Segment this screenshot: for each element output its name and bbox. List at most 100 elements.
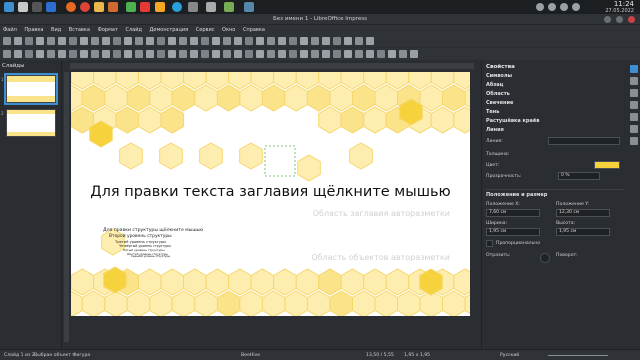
width-input[interactable]: 1,95 см	[486, 228, 540, 236]
styles-icon[interactable]	[630, 113, 638, 121]
horizontal-ruler[interactable]	[70, 63, 474, 69]
toolbar-button[interactable]	[212, 50, 220, 58]
toolbar-button[interactable]	[267, 37, 275, 45]
toolbar-button[interactable]	[366, 50, 374, 58]
toolbar-button[interactable]	[58, 50, 66, 58]
toolbar-button[interactable]	[25, 37, 33, 45]
master-slides-icon[interactable]	[630, 101, 638, 109]
menu-view[interactable]: Вид	[48, 25, 64, 35]
chrome-icon[interactable]	[80, 2, 90, 12]
toolbar-button[interactable]	[311, 37, 319, 45]
sidebar-section-line[interactable]: Линия	[486, 127, 504, 133]
slide[interactable]: Для правки текста заглавия щёлкните мышь…	[71, 72, 470, 316]
sidebar-section-area[interactable]: Область	[486, 91, 510, 97]
app-icon[interactable]	[224, 2, 234, 12]
toolbar-button[interactable]	[333, 37, 341, 45]
toolbar-button[interactable]	[69, 50, 77, 58]
app-launcher-icon[interactable]	[4, 2, 14, 12]
clock[interactable]: 11:24 27.05.2022	[605, 0, 634, 14]
toolbar-button[interactable]	[58, 37, 66, 45]
toolbar-button[interactable]	[344, 37, 352, 45]
toolbar-button[interactable]	[278, 37, 286, 45]
toolbar-button[interactable]	[47, 50, 55, 58]
menu-tools[interactable]: Сервис	[193, 25, 218, 35]
gallery-icon[interactable]	[630, 125, 638, 133]
toolbar-button[interactable]	[113, 50, 121, 58]
toolbar-button[interactable]	[234, 50, 242, 58]
menu-edit[interactable]: Правка	[21, 25, 46, 35]
sidebar-section-position-size[interactable]: Положение и размер	[486, 192, 547, 198]
rotate-dial[interactable]	[540, 253, 550, 263]
volume-icon[interactable]	[548, 3, 556, 11]
toolbar-button[interactable]	[245, 37, 253, 45]
toolbar-button[interactable]	[80, 50, 88, 58]
folder-icon[interactable]	[94, 2, 104, 12]
maximize-icon[interactable]	[616, 16, 623, 23]
toolbar-button[interactable]	[3, 37, 11, 45]
toolbar-button[interactable]	[311, 50, 319, 58]
menu-slideshow[interactable]: Демонстрация	[147, 25, 192, 35]
toolbar-button[interactable]	[102, 37, 110, 45]
toolbar-button[interactable]	[179, 50, 187, 58]
toolbar-button[interactable]	[124, 37, 132, 45]
slide-title[interactable]: Для правки текста заглавия щёлкните мышь…	[71, 184, 470, 200]
toolbar-button[interactable]	[300, 50, 308, 58]
toolbar-button[interactable]	[289, 50, 297, 58]
toolbar-button[interactable]	[190, 37, 198, 45]
toolbar-button[interactable]	[157, 50, 165, 58]
toolbar-button[interactable]	[344, 50, 352, 58]
toolbar-button[interactable]	[14, 50, 22, 58]
menu-file[interactable]: Файл	[0, 25, 20, 35]
app-icon[interactable]	[126, 2, 136, 12]
zoom-slider[interactable]	[548, 355, 608, 356]
toolbar-button[interactable]	[135, 50, 143, 58]
toolbar-button[interactable]	[377, 50, 385, 58]
toolbar-button[interactable]	[36, 50, 44, 58]
toolbar-button[interactable]	[223, 37, 231, 45]
toolbar-button[interactable]	[256, 37, 264, 45]
toolbar-button[interactable]	[157, 37, 165, 45]
toolbar-button[interactable]	[201, 50, 209, 58]
toolbar-button[interactable]	[190, 50, 198, 58]
toolbar-button[interactable]	[300, 37, 308, 45]
network-icon[interactable]	[536, 3, 544, 11]
toolbar-button[interactable]	[322, 37, 330, 45]
app-icon[interactable]	[244, 2, 254, 12]
toolbar-button[interactable]	[355, 50, 363, 58]
line-style-select[interactable]	[548, 137, 620, 145]
toolbar-button[interactable]	[322, 50, 330, 58]
status-theme[interactable]: BeeHive	[241, 353, 260, 358]
slide-thumbnail[interactable]	[4, 73, 58, 105]
menu-insert[interactable]: Вставка	[66, 25, 93, 35]
toolbar-button[interactable]	[3, 50, 11, 58]
toolbar-button[interactable]	[124, 50, 132, 58]
toolbar-button[interactable]	[80, 37, 88, 45]
line-color-picker[interactable]	[594, 161, 620, 169]
toolbar-button[interactable]	[355, 37, 363, 45]
app-icon[interactable]	[140, 2, 150, 12]
selection-frame[interactable]	[264, 145, 296, 177]
toolbar-button[interactable]	[25, 50, 33, 58]
toolbar-button[interactable]	[113, 37, 121, 45]
outline-level-1[interactable]: Для правки структуры щёлкните мышью	[103, 228, 203, 233]
toolbar-button[interactable]	[234, 37, 242, 45]
status-language[interactable]: Русский	[500, 353, 519, 358]
sidebar-section-shadow[interactable]: Тень	[486, 109, 499, 115]
animation-icon[interactable]	[630, 89, 638, 97]
menu-window[interactable]: Окно	[219, 25, 238, 35]
slide-transition-icon[interactable]	[630, 77, 638, 85]
files-icon[interactable]	[18, 2, 28, 12]
toolbar-button[interactable]	[179, 37, 187, 45]
telegram-icon[interactable]	[172, 2, 182, 12]
vertical-ruler[interactable]	[64, 72, 69, 342]
toolbar-button[interactable]	[223, 50, 231, 58]
menu-slide[interactable]: Слайд	[122, 25, 144, 35]
toolbar-button[interactable]	[91, 50, 99, 58]
toolbar-button[interactable]	[278, 50, 286, 58]
toolbar-button[interactable]	[69, 37, 77, 45]
outline-level-2[interactable]: Второй уровень структуры	[109, 234, 172, 239]
sidebar-section-glow[interactable]: Свечение	[486, 100, 513, 106]
impress-icon[interactable]	[108, 2, 118, 12]
bluetooth-icon[interactable]	[560, 3, 568, 11]
sidebar-section-characters[interactable]: Символы	[486, 73, 512, 79]
